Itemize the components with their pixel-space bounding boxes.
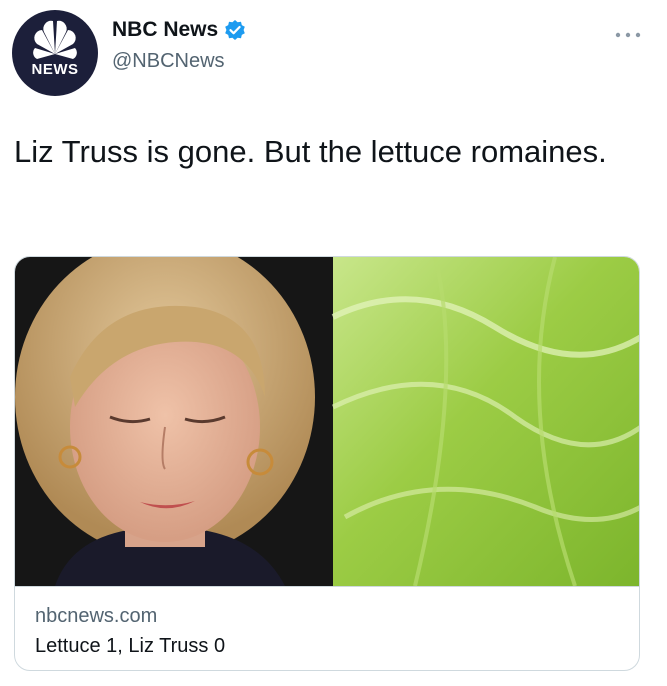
card-domain: nbcnews.com	[35, 605, 158, 627]
verified-badge-icon	[224, 19, 246, 41]
author-display-name[interactable]: NBC News	[112, 18, 218, 42]
card-footer: nbcnews.com Lettuce 1, Liz Truss 0	[15, 586, 639, 670]
avatar[interactable]: NEWS	[12, 10, 98, 96]
avatar-news-label: NEWS	[31, 61, 79, 78]
author-name-row: NBC News	[112, 18, 246, 42]
more-horizontal-icon[interactable]	[613, 28, 643, 40]
tweet-text: Liz Truss is gone. But the lettuce romai…	[14, 134, 607, 169]
link-card[interactable]: nbcnews.com Lettuce 1, Liz Truss 0	[14, 256, 640, 671]
nbc-peacock-logo	[33, 20, 77, 59]
author-handle[interactable]: @NBCNews	[112, 50, 225, 73]
card-image	[15, 257, 639, 586]
card-title[interactable]: Lettuce 1, Liz Truss 0	[35, 635, 225, 658]
